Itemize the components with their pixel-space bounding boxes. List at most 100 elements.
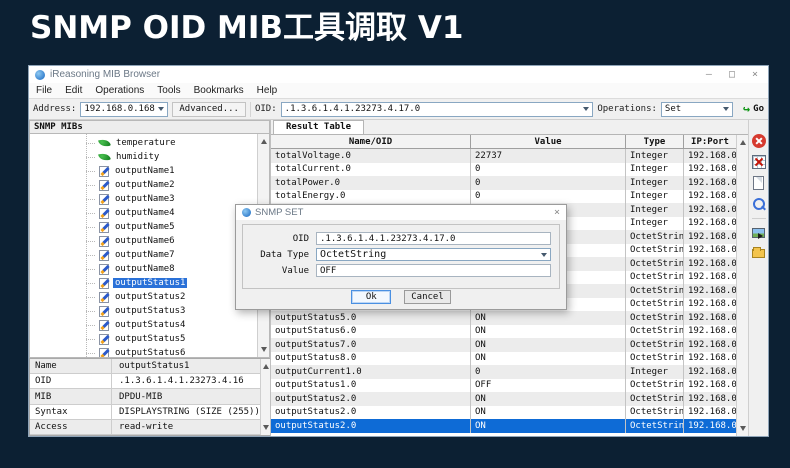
property-row-oid[interactable]: OID.1.3.6.1.4.1.23273.4.16 (30, 374, 260, 389)
app-icon (35, 70, 45, 80)
tree-item-outputName7[interactable]: outputName7 (30, 248, 257, 262)
property-row-name[interactable]: NameoutputStatus1 (30, 359, 260, 374)
tree-item-outputStatus3[interactable]: outputStatus3 (30, 304, 257, 318)
table-row[interactable]: outputStatus7.0ONOctetString192.168.0... (271, 338, 736, 352)
table-row[interactable]: outputStatus2.0ONOctetString192.168.0... (271, 406, 736, 420)
data-type-field-label: Data Type (243, 250, 309, 260)
data-type-select[interactable]: OctetString (316, 248, 551, 261)
property-value: outputStatus1 (112, 361, 189, 371)
menu-item-tools[interactable]: Tools (157, 85, 180, 96)
cell-ip: 192.168.0... (684, 190, 736, 204)
scroll-up-icon[interactable] (261, 136, 267, 144)
close-icon[interactable]: × (554, 207, 560, 218)
oid-field[interactable] (316, 232, 551, 245)
table-row[interactable]: totalEnergy.00Integer192.168.0... (271, 190, 736, 204)
go-button[interactable]: ↪ Go (743, 104, 764, 114)
cell-name: outputStatus8.0 (271, 352, 471, 366)
scroll-down-icon[interactable] (263, 425, 269, 433)
menu-item-file[interactable]: File (36, 85, 52, 96)
tree-item-outputName4[interactable]: outputName4 (30, 206, 257, 220)
folder-icon[interactable] (752, 249, 765, 258)
scroll-up-icon[interactable] (740, 137, 746, 145)
doc-icon[interactable] (753, 176, 764, 190)
table-row[interactable]: outputStatus5.0ONOctetString192.168.0... (271, 311, 736, 325)
table-row[interactable]: outputCurrent1.00Integer192.168.0... (271, 365, 736, 379)
tree-item-outputName5[interactable]: outputName5 (30, 220, 257, 234)
oid-combobox[interactable]: .1.3.6.1.4.1.23273.4.17.0 (281, 102, 594, 117)
table-row[interactable]: totalCurrent.00Integer192.168.0... (271, 163, 736, 177)
tree-item-humidity[interactable]: humidity (30, 150, 257, 164)
tree-item-outputStatus5[interactable]: outputStatus5 (30, 332, 257, 346)
tab-result-table[interactable]: Result Table (273, 120, 364, 134)
menu-item-help[interactable]: Help (257, 85, 278, 96)
scroll-down-icon[interactable] (261, 347, 267, 355)
tree-item-outputName3[interactable]: outputName3 (30, 192, 257, 206)
column-header-1[interactable]: Value (471, 135, 626, 149)
mib-panel: SNMP MIBs temperaturehumidityoutputName1… (29, 120, 270, 436)
tree-item-outputName2[interactable]: outputName2 (30, 178, 257, 192)
menu-item-operations[interactable]: Operations (95, 85, 144, 96)
table-scrollbar[interactable] (736, 135, 748, 436)
dialog-titlebar[interactable]: SNMP SET × (236, 205, 566, 220)
ok-button[interactable]: Ok (351, 290, 391, 304)
scroll-down-icon[interactable] (740, 426, 746, 434)
scroll-up-icon[interactable] (263, 361, 269, 369)
table-row[interactable]: outputStatus1.0OFFOctetString192.168.0..… (271, 379, 736, 393)
column-header-3[interactable]: IP:Port (684, 135, 736, 149)
value-field-label: Value (243, 266, 309, 276)
property-value: DPDU-MIB (112, 392, 162, 402)
close-icon[interactable]: × (752, 69, 758, 80)
edit-pen-icon (99, 222, 109, 233)
minimize-icon[interactable]: – (706, 69, 712, 80)
cell-type: OctetString (626, 244, 684, 258)
table-row[interactable]: totalVoltage.022737Integer192.168.0... (271, 149, 736, 163)
menu-item-bookmarks[interactable]: Bookmarks (194, 85, 244, 96)
property-row-mib[interactable]: MIBDPDU-MIB (30, 389, 260, 404)
tree-item-outputStatus6[interactable]: outputStatus6 (30, 346, 257, 357)
table-row[interactable]: totalPower.00Integer192.168.0... (271, 176, 736, 190)
maximize-icon[interactable]: □ (729, 69, 735, 80)
tree-item-outputName1[interactable]: outputName1 (30, 164, 257, 178)
tree-item-outputStatus4[interactable]: outputStatus4 (30, 318, 257, 332)
edit-pen-icon (99, 348, 109, 358)
table-row[interactable]: outputStatus2.0ONOctetString192.168.0... (271, 419, 736, 433)
value-field[interactable] (316, 264, 551, 277)
cell-ip: 192.168.0... (684, 203, 736, 217)
column-header-0[interactable]: Name/OID (271, 135, 471, 149)
deltable-icon[interactable] (752, 155, 766, 169)
tree-item-label: outputName8 (113, 264, 177, 274)
column-header-2[interactable]: Type (626, 135, 684, 149)
cell-type: Integer (626, 176, 684, 190)
window-titlebar[interactable]: iReasoning MIB Browser – □ × (29, 66, 768, 83)
table-row[interactable]: outputStatus2.0ONOctetString192.168.0... (271, 392, 736, 406)
address-combobox[interactable]: 192.168.0.168 (80, 102, 168, 117)
advanced-button[interactable]: Advanced... (172, 102, 246, 117)
edit-pen-icon (99, 236, 109, 247)
oid-label: OID: (255, 104, 277, 114)
cell-name: outputStatus1.0 (271, 379, 471, 393)
tree-item-outputName8[interactable]: outputName8 (30, 262, 257, 276)
operations-value: Set (665, 104, 681, 114)
cell-value: 0 (471, 365, 626, 379)
cancel-button[interactable]: Cancel (404, 290, 451, 304)
tree-item-outputName6[interactable]: outputName6 (30, 234, 257, 248)
menu-item-edit[interactable]: Edit (65, 85, 82, 96)
search-icon[interactable] (752, 197, 766, 211)
tree-item-label: temperature (114, 138, 178, 148)
cell-type: Integer (626, 217, 684, 231)
table-row[interactable]: outputStatus8.0ONOctetString192.168.0... (271, 352, 736, 366)
tree-item-outputStatus1[interactable]: outputStatus1 (30, 276, 257, 290)
operations-combobox[interactable]: Set (661, 102, 733, 117)
snmp-set-dialog: SNMP SET × OID Data Type OctetString Val… (235, 204, 567, 310)
stop-icon[interactable] (752, 134, 766, 148)
chevron-down-icon (158, 107, 164, 111)
tree-item-outputStatus2[interactable]: outputStatus2 (30, 290, 257, 304)
cell-type: OctetString (626, 352, 684, 366)
toolbar-separator (752, 218, 766, 219)
property-row-syntax[interactable]: SyntaxDISPLAYSTRING (SIZE (255)) (30, 405, 260, 420)
cell-type: Integer (626, 203, 684, 217)
tree-item-temperature[interactable]: temperature (30, 136, 257, 150)
table-row[interactable]: outputStatus6.0ONOctetString192.168.0... (271, 325, 736, 339)
export-icon[interactable] (752, 228, 765, 238)
property-row-access[interactable]: Accessread-write (30, 420, 260, 435)
